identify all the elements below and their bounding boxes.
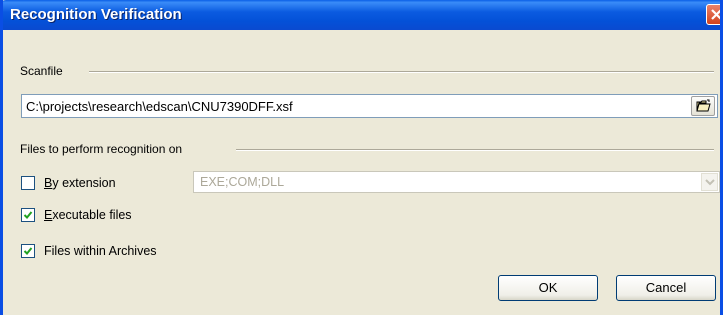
by-extension-label[interactable]: By extension: [44, 176, 116, 190]
scanfile-divider: [89, 71, 714, 73]
ok-button[interactable]: OK: [498, 275, 598, 301]
title-bar[interactable]: Recognition Verification: [3, 0, 720, 30]
extensions-dropdown-arrow[interactable]: [701, 173, 718, 191]
checkmark-icon: [23, 211, 33, 219]
open-folder-icon: [696, 99, 711, 112]
files-within-archives-label[interactable]: Files within Archives: [44, 244, 157, 258]
recognition-group-label: Files to perform recognition on: [20, 142, 183, 156]
checkmark-icon: [23, 247, 33, 255]
scanfile-path-field[interactable]: C:\projects\research\edscan\CNU7390DFF.x…: [21, 94, 718, 118]
executable-files-checkbox[interactable]: [21, 208, 35, 222]
scanfile-path-value: C:\projects\research\edscan\CNU7390DFF.x…: [26, 99, 293, 114]
scanfile-group-label: Scanfile: [20, 64, 63, 78]
close-icon: [711, 9, 720, 20]
cancel-button[interactable]: Cancel: [616, 275, 716, 301]
chevron-down-icon: [705, 179, 715, 186]
window-title: Recognition Verification: [10, 6, 182, 23]
recognition-verification-dialog: Recognition Verification Scanfile C:\pro…: [0, 0, 723, 315]
browse-button[interactable]: [691, 96, 715, 116]
extensions-dropdown[interactable]: EXE;COM;DLL: [193, 171, 720, 193]
executable-files-label[interactable]: Executable files: [44, 208, 132, 222]
files-within-archives-checkbox[interactable]: [21, 244, 35, 258]
close-button[interactable]: [706, 4, 720, 25]
recognition-divider: [236, 149, 714, 151]
extensions-value: EXE;COM;DLL: [200, 175, 285, 189]
by-extension-checkbox[interactable]: [21, 176, 35, 190]
